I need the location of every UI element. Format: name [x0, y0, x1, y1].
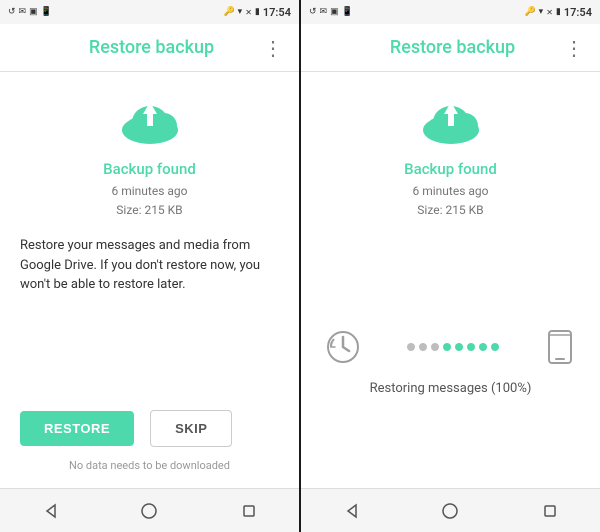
right-more-button[interactable]: ⋮ [564, 36, 584, 60]
right-home-button[interactable] [436, 497, 464, 525]
wifi-icon: ▾ [238, 7, 243, 17]
left-backup-meta: 6 minutes ago Size: 215 KB [112, 182, 188, 220]
left-content: Backup found 6 minutes ago Size: 215 KB … [0, 72, 299, 488]
time-left: 17:54 [263, 6, 291, 19]
phone-icon-left: 📱 [41, 7, 52, 17]
history-icon [325, 329, 361, 365]
dot-8 [491, 343, 499, 351]
right-back-arrow-icon: ↺ [309, 7, 317, 17]
lock-icon: 🔑 [223, 7, 234, 17]
right-backup-found-label: Backup found [404, 160, 497, 178]
restore-status-label: Restoring messages (100%) [370, 381, 532, 396]
right-whatsapp-icon: ✉ [320, 7, 328, 17]
left-phone-screen: ↺ ✉ ▣ 📱 🔑 ▾ ✕ ▮ 17:54 Restore backup ⋮ [0, 0, 299, 532]
left-backup-size: Size: 215 KB [116, 203, 182, 217]
no-sim-icon: ✕ [245, 8, 252, 17]
right-status-bar: ↺ ✉ ▣ 📱 🔑 ▾ ✕ ▮ 17:54 [301, 0, 600, 24]
right-battery-icon-left: ▣ [330, 7, 339, 17]
right-back-button[interactable] [337, 497, 365, 525]
right-wifi-icon: ▾ [539, 7, 544, 17]
right-phone-screen: ↺ ✉ ▣ 📱 🔑 ▾ ✕ ▮ 17:54 Restore backup ⋮ [301, 0, 600, 532]
right-status-right: 🔑 ▾ ✕ ▮ 17:54 [524, 6, 592, 19]
skip-button[interactable]: SKIP [150, 410, 232, 447]
right-phone-icon-left: 📱 [342, 7, 353, 17]
dot-6 [467, 343, 475, 351]
left-status-bar: ↺ ✉ ▣ 📱 🔑 ▾ ✕ ▮ 17:54 [0, 0, 299, 24]
right-backup-time: 6 minutes ago [413, 184, 489, 198]
left-nav-bar [0, 488, 299, 532]
right-battery-icon: ▮ [556, 7, 561, 17]
left-app-bar: Restore backup ⋮ [0, 24, 299, 72]
left-back-button[interactable] [36, 497, 64, 525]
right-backup-meta: 6 minutes ago Size: 215 KB [413, 182, 489, 220]
left-recent-button[interactable] [235, 497, 263, 525]
dots-container [361, 343, 544, 351]
left-description: Restore your messages and media from Goo… [16, 236, 283, 295]
left-no-data-label: No data needs to be downloaded [69, 459, 230, 472]
phone-restore-icon [544, 329, 576, 365]
whatsapp-icon: ✉ [19, 7, 27, 17]
dot-3 [431, 343, 439, 351]
back-arrow-icon: ↺ [8, 7, 16, 17]
right-time: 17:54 [564, 6, 592, 19]
left-home-button[interactable] [135, 497, 163, 525]
left-app-bar-title: Restore backup [40, 37, 263, 58]
left-more-button[interactable]: ⋮ [263, 36, 283, 60]
progress-area: Restoring messages (100%) [317, 329, 584, 396]
dot-4 [443, 343, 451, 351]
left-buttons-area: RESTORE SKIP [16, 410, 283, 447]
dot-1 [407, 343, 415, 351]
restore-button[interactable]: RESTORE [20, 411, 134, 446]
left-backup-time: 6 minutes ago [112, 184, 188, 198]
right-cloud-icon [415, 92, 487, 152]
right-no-sim-icon: ✕ [546, 8, 553, 17]
left-cloud-icon [114, 92, 186, 152]
dot-5 [455, 343, 463, 351]
right-backup-size: Size: 215 KB [417, 203, 483, 217]
right-app-bar: Restore backup ⋮ [301, 24, 600, 72]
battery-icon: ▮ [255, 7, 260, 17]
progress-visual [325, 329, 576, 365]
left-status-right: 🔑 ▾ ✕ ▮ 17:54 [223, 6, 291, 19]
left-status-left-icons: ↺ ✉ ▣ 📱 [8, 7, 52, 17]
dot-2 [419, 343, 427, 351]
battery-icon-left: ▣ [29, 7, 38, 17]
right-content: Backup found 6 minutes ago Size: 215 KB [301, 72, 600, 488]
dot-7 [479, 343, 487, 351]
right-recent-button[interactable] [536, 497, 564, 525]
right-status-left-icons: ↺ ✉ ▣ 📱 [309, 7, 353, 17]
right-nav-bar [301, 488, 600, 532]
left-backup-found-label: Backup found [103, 160, 196, 178]
right-lock-icon: 🔑 [524, 7, 535, 17]
right-app-bar-title: Restore backup [341, 37, 564, 58]
